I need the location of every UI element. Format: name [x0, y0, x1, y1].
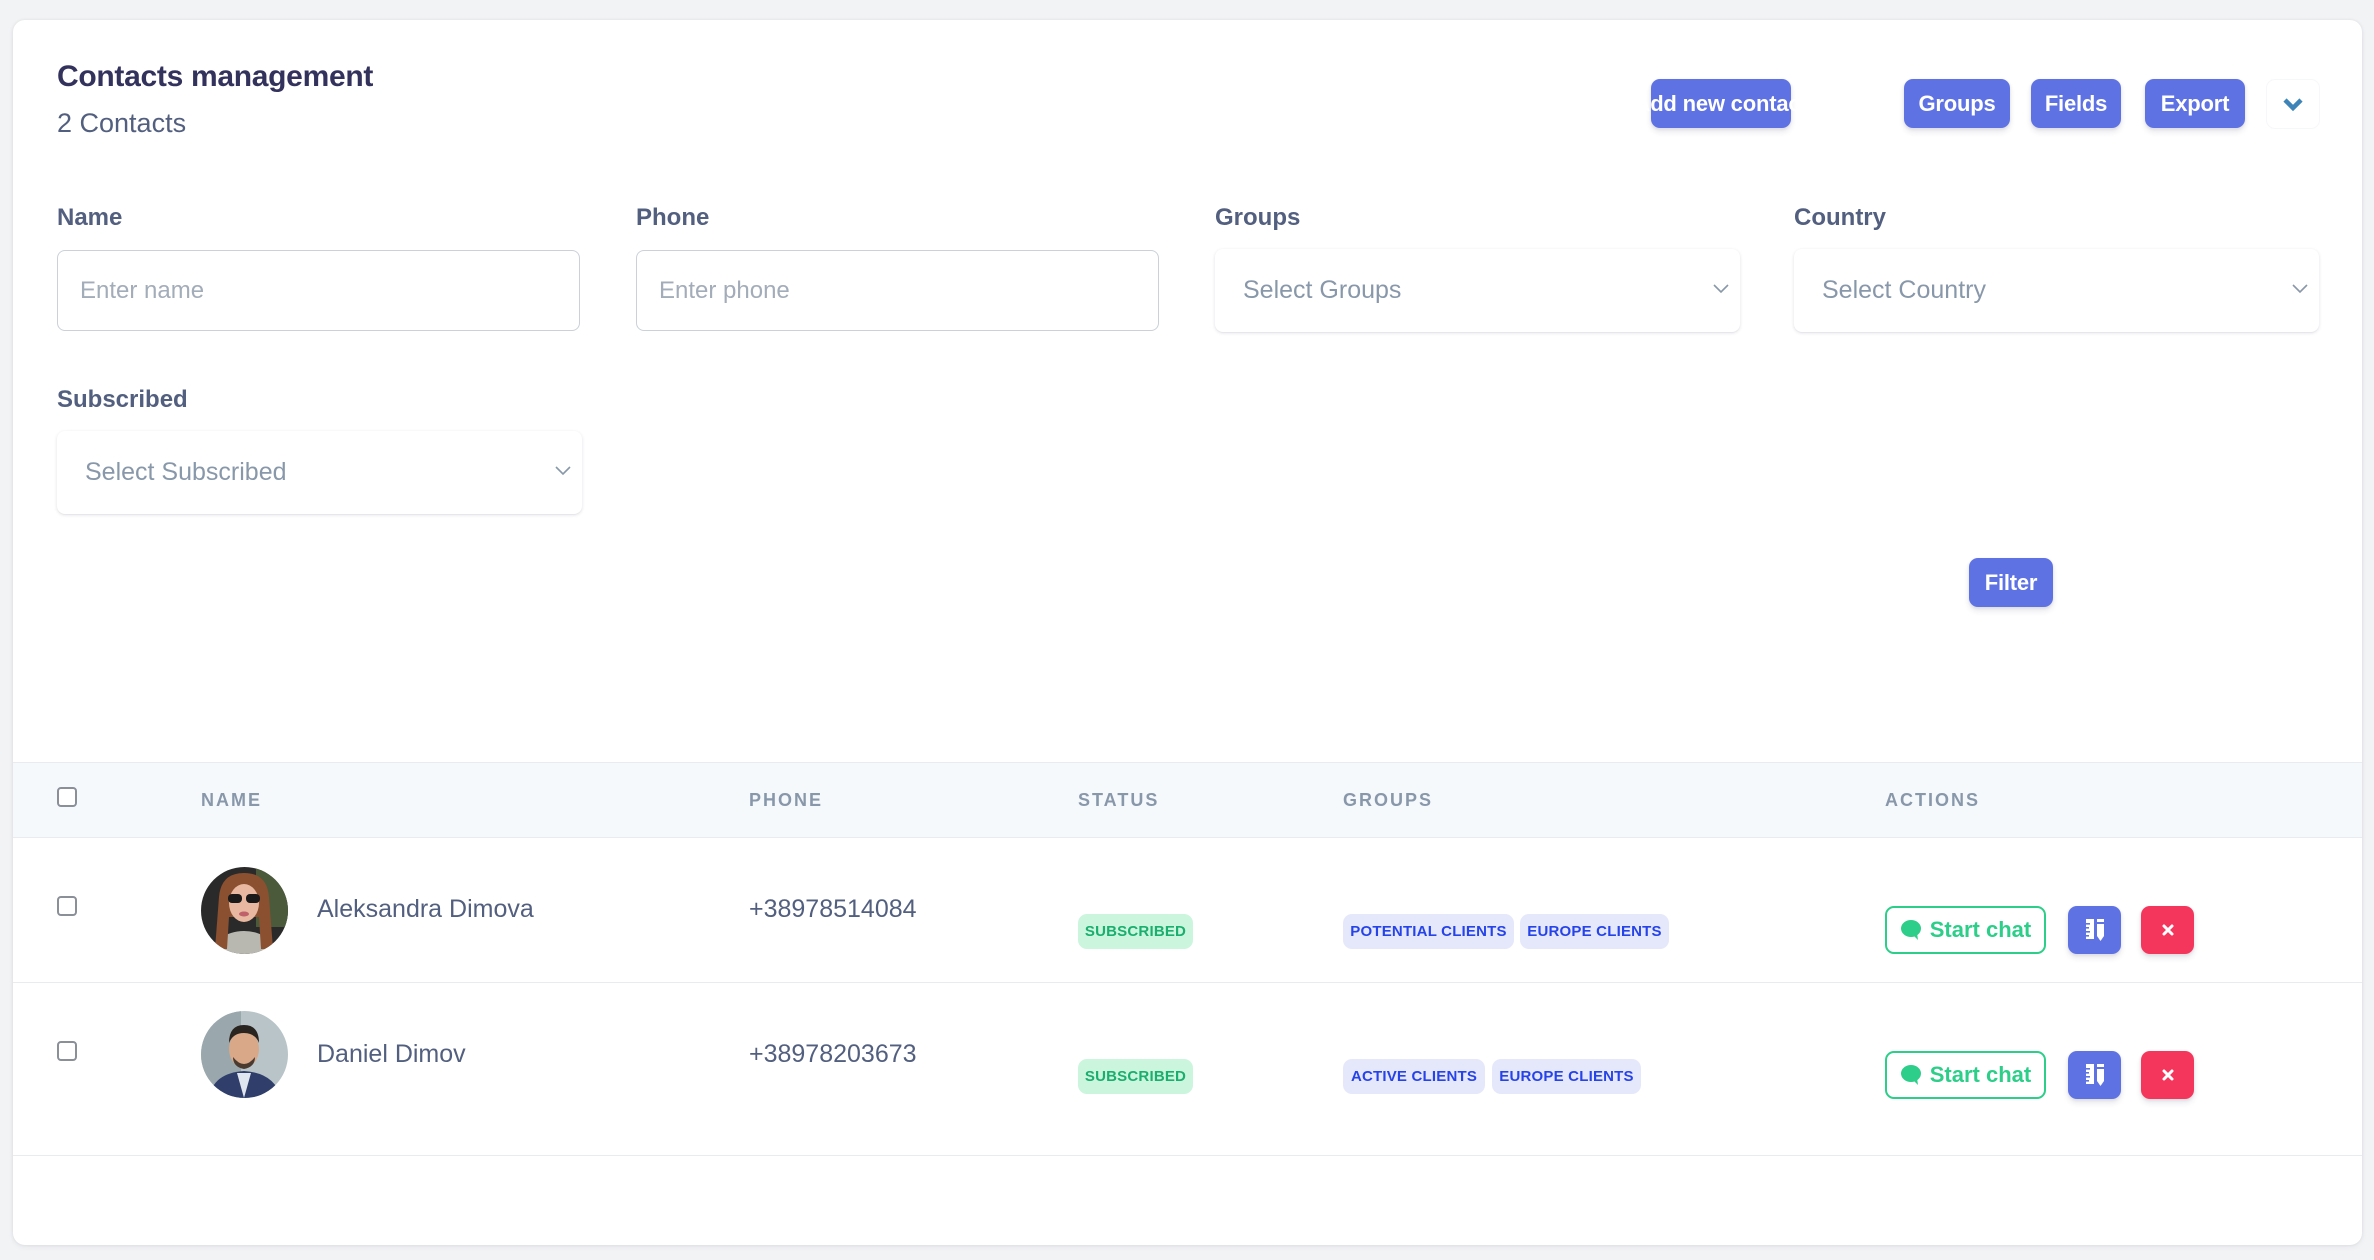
- phone-filter-placeholder: Enter phone: [659, 276, 790, 304]
- status-badge: SUBSCRIBED: [1078, 1059, 1193, 1094]
- close-icon: [2162, 1069, 2173, 1081]
- group-badge: POTENTIAL CLIENTS: [1343, 914, 1514, 949]
- groups-filter-select[interactable]: Select Groups: [1215, 249, 1740, 332]
- contacts-card: Contacts management 2 Contacts Add new c…: [13, 20, 2362, 1245]
- start-chat-button[interactable]: Start chat: [1885, 906, 2046, 954]
- delete-contact-button[interactable]: [2141, 906, 2194, 954]
- table-header: NAME PHONE STATUS GROUPS ACTIONS: [13, 762, 2362, 838]
- contact-name[interactable]: Daniel Dimov: [317, 1040, 466, 1069]
- edit-contact-button[interactable]: [2068, 906, 2121, 954]
- country-filter-select[interactable]: Select Country: [1794, 249, 2319, 332]
- fields-button[interactable]: Fields: [2031, 79, 2121, 128]
- filter-button[interactable]: Filter: [1969, 558, 2053, 607]
- chat-bubble-icon: [1900, 1065, 1921, 1085]
- table-row: Daniel Dimov +38978203673 SUBSCRIBED ACT…: [13, 983, 2362, 1156]
- delete-contact-button[interactable]: [2141, 1051, 2194, 1099]
- subscribed-filter-select[interactable]: Select Subscribed: [57, 431, 582, 514]
- avatar: [201, 1011, 288, 1098]
- phone-filter-label: Phone: [636, 204, 710, 231]
- subscribed-filter-value: Select Subscribed: [85, 458, 287, 486]
- table-row: Aleksandra Dimova +38978514084 SUBSCRIBE…: [13, 838, 2362, 983]
- groups-filter-value: Select Groups: [1243, 276, 1402, 304]
- row-checkbox[interactable]: [57, 1041, 77, 1061]
- country-filter-label: Country: [1794, 204, 1886, 231]
- phone-filter-input[interactable]: Enter phone: [636, 250, 1159, 331]
- avatar: [201, 867, 288, 954]
- ruler-pencil-icon: [2085, 919, 2104, 941]
- start-chat-label: Start chat: [1929, 1062, 2032, 1087]
- group-badge: EUROPE CLIENTS: [1492, 1059, 1641, 1094]
- column-header-actions: ACTIONS: [1885, 790, 1980, 810]
- name-filter-input[interactable]: Enter name: [57, 250, 580, 331]
- status-badge: SUBSCRIBED: [1078, 914, 1193, 949]
- column-header-status: STATUS: [1078, 790, 1160, 810]
- contact-phone: +38978203673: [749, 1040, 917, 1068]
- page-title: Contacts management: [57, 60, 374, 93]
- select-all-checkbox[interactable]: [57, 787, 77, 807]
- column-header-name: NAME: [201, 790, 262, 810]
- column-header-groups: GROUPS: [1343, 790, 1434, 810]
- subscribed-filter-label: Subscribed: [57, 386, 188, 413]
- contacts-count: 2 Contacts: [57, 108, 187, 138]
- chat-bubble-icon: [1900, 920, 1921, 940]
- name-filter-placeholder: Enter name: [80, 276, 205, 304]
- export-button[interactable]: Export: [2145, 79, 2245, 128]
- name-filter-label: Name: [57, 204, 123, 231]
- edit-contact-button[interactable]: [2068, 1051, 2121, 1099]
- column-header-phone: PHONE: [749, 790, 824, 810]
- close-icon: [2162, 924, 2173, 936]
- chevron-down-icon: [1713, 284, 1729, 294]
- groups-button[interactable]: Groups: [1904, 79, 2010, 128]
- group-badge: EUROPE CLIENTS: [1520, 914, 1669, 949]
- add-new-contact-button[interactable]: Add new contact: [1635, 79, 1808, 128]
- contact-phone: +38978514084: [749, 895, 917, 923]
- groups-filter-label: Groups: [1215, 204, 1301, 231]
- row-checkbox[interactable]: [57, 896, 77, 916]
- start-chat-label: Start chat: [1929, 917, 2032, 942]
- contact-name[interactable]: Aleksandra Dimova: [317, 895, 534, 924]
- chevron-down-icon: [2292, 284, 2308, 294]
- group-badge: ACTIVE CLIENTS: [1343, 1059, 1485, 1094]
- country-filter-value: Select Country: [1822, 276, 1986, 304]
- more-options-button[interactable]: [2266, 79, 2320, 129]
- chevron-down-icon: [555, 466, 571, 476]
- start-chat-button[interactable]: Start chat: [1885, 1051, 2046, 1099]
- chevron-down-icon: [2283, 98, 2303, 111]
- ruler-pencil-icon: [2085, 1064, 2104, 1086]
